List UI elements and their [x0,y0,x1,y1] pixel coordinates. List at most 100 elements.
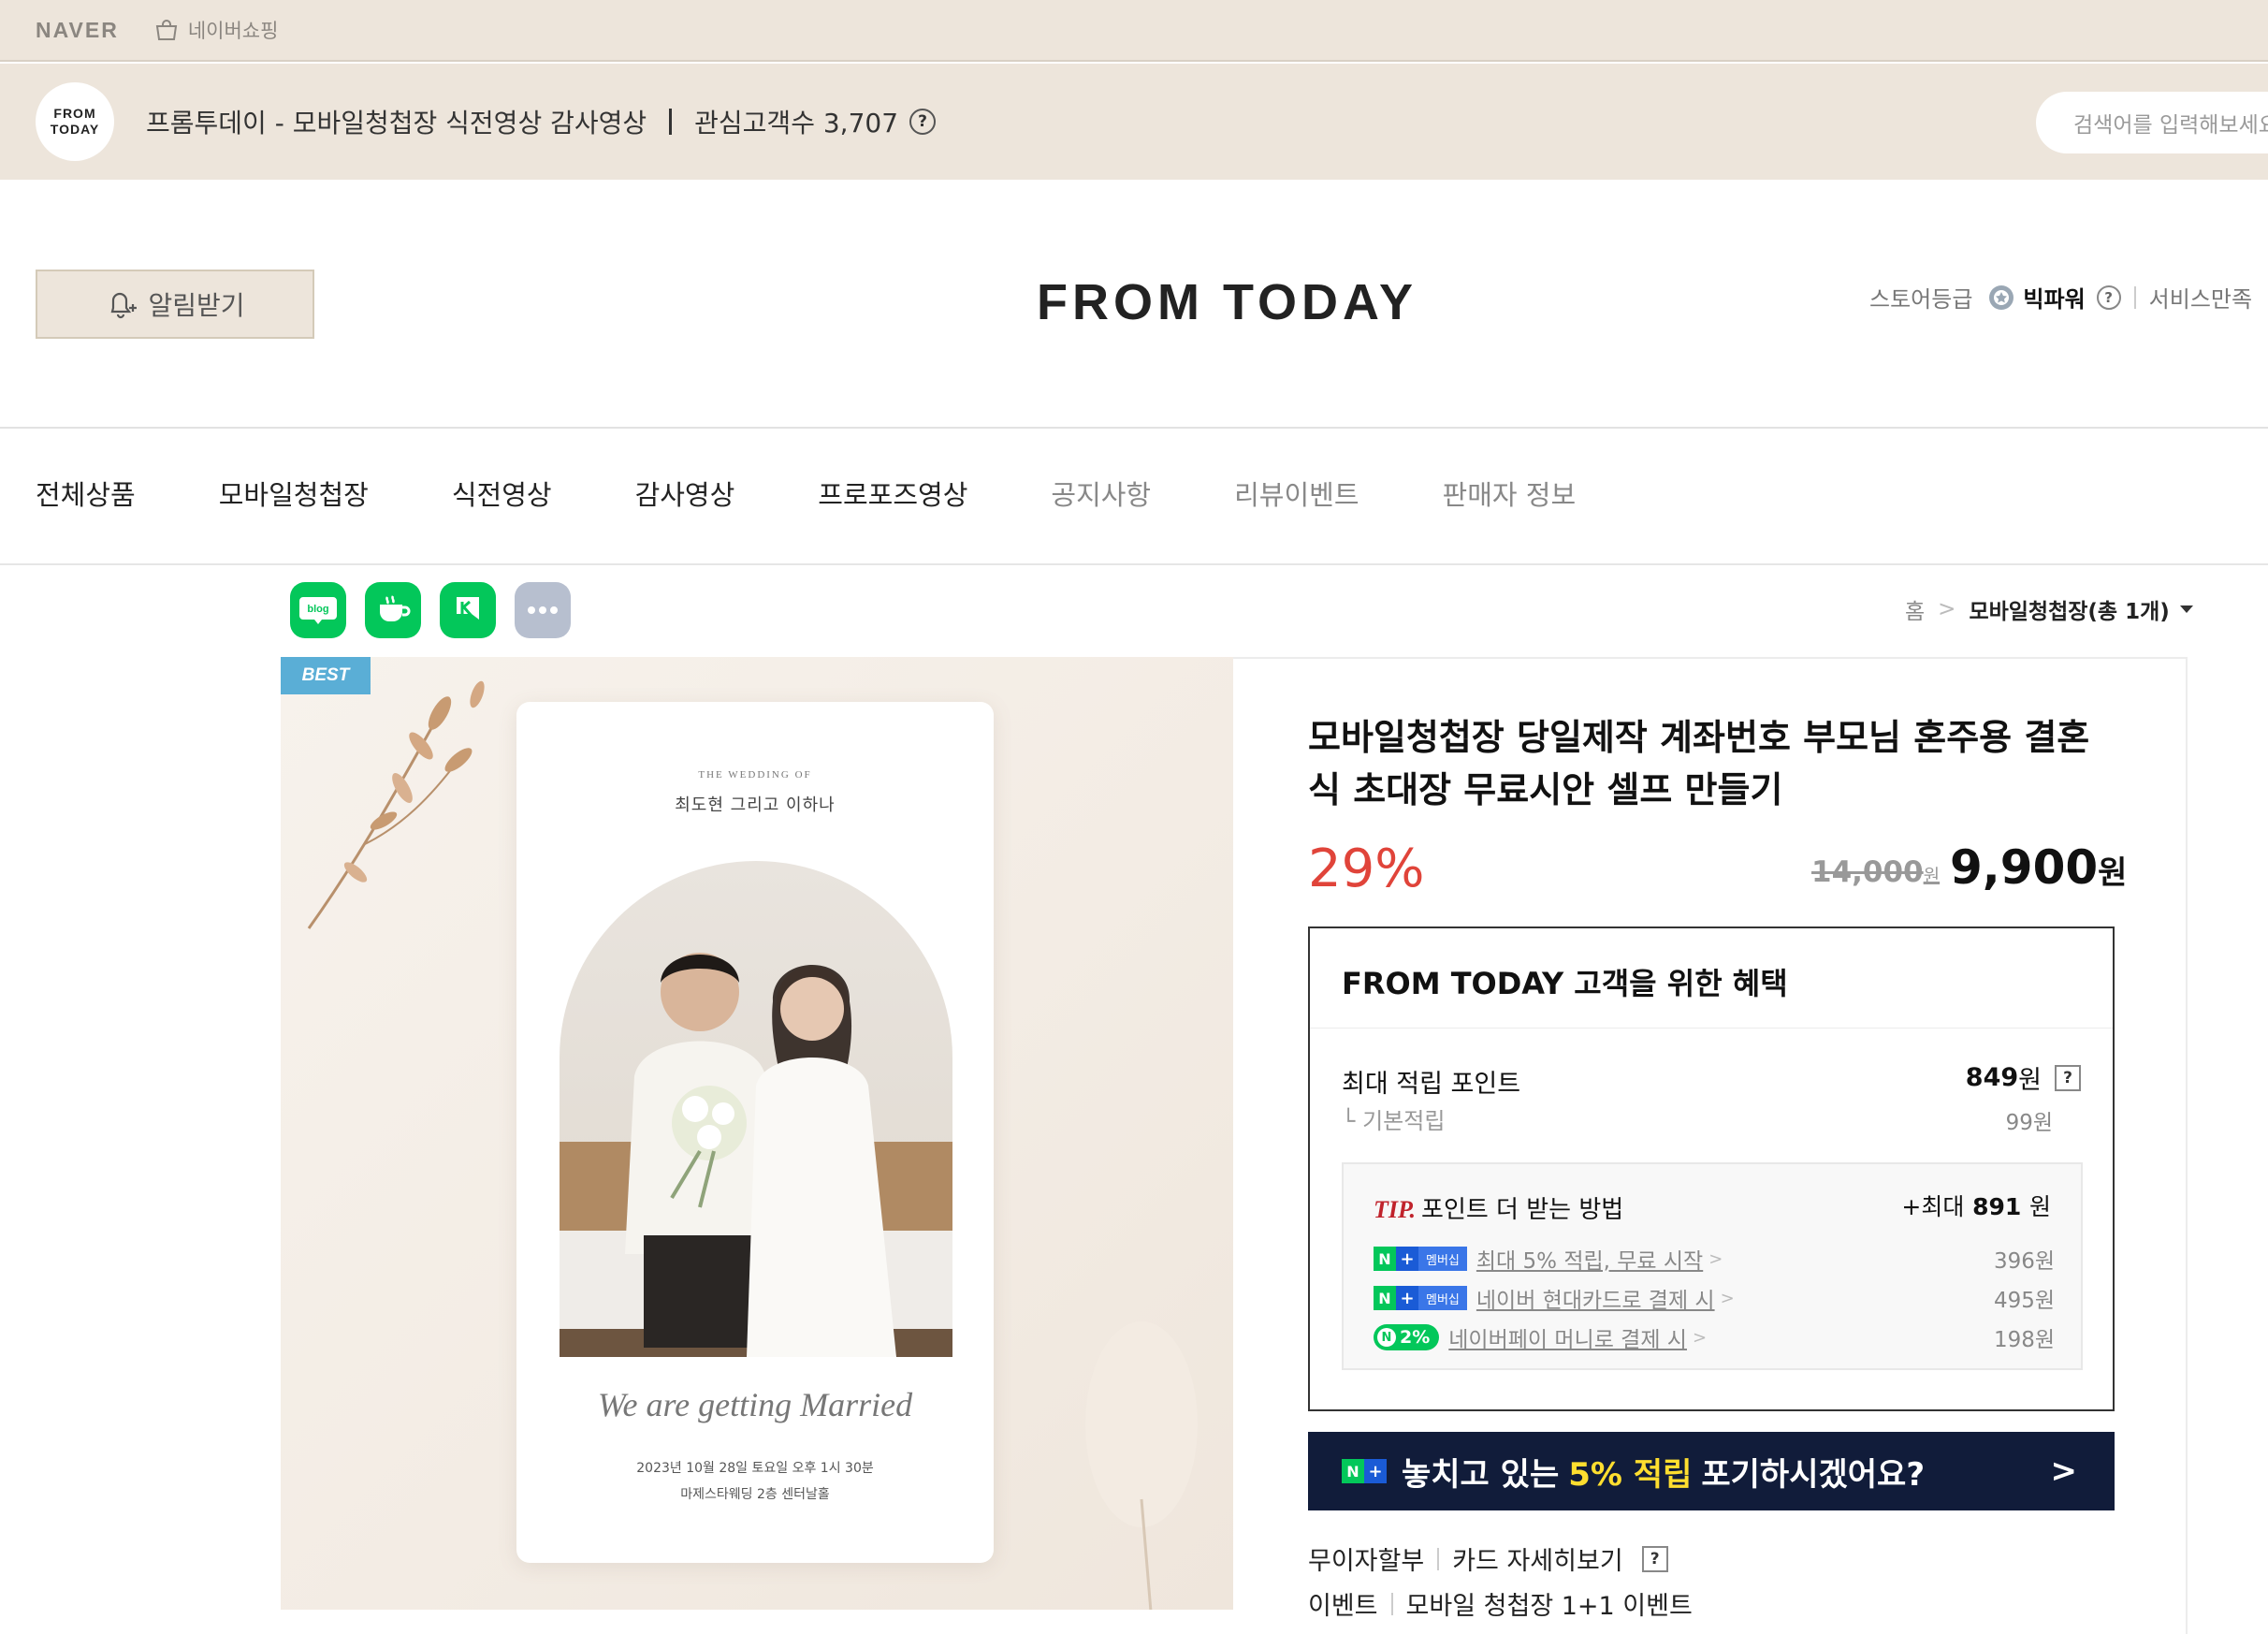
card-venue: 마제스타웨딩 2층 센터날홀 [680,1487,830,1502]
nav-review-event[interactable]: 리뷰이벤트 [1234,474,1359,513]
npay-membership-badge: N + 멤버십 [1374,1286,1467,1310]
nav-thanks-video[interactable]: 감사영상 [635,474,735,513]
couple-photo-illustration [560,953,952,1357]
share-blog-button[interactable]: blog [290,582,346,638]
card-couple-names: 최도현 그리고 이하나 [675,795,836,815]
grade-value: 빅파워 [2023,286,2086,313]
store-grade: 스토어등급 빅파워 ? 서비스만족 [1869,281,2252,314]
membership-label: 멤버십 [1418,1286,1467,1310]
chevron-right-icon: > [1708,1248,1723,1269]
nav-divider [0,563,2268,565]
membership-label: 멤버십 [1418,1247,1467,1271]
tip-row-hyundai-card[interactable]: N + 멤버십 네이버 현대카드로 결제 시 > 495원 [1374,1282,2055,1314]
installment-help-icon[interactable]: ? [1641,1545,1668,1572]
banner-post-text: 포기하시겠어요? [1701,1455,1926,1494]
naver-n-icon: N [1342,1459,1364,1483]
couple-photo [560,861,952,1357]
banner-highlight: 5% 적립 [1568,1455,1693,1494]
tip-text: 포인트 더 받는 방법 [1421,1196,1624,1224]
invitation-card: THE WEDDING OF 최도현 그리고 이하나 We are gettin… [516,702,994,1563]
cafe-cup-icon [380,595,411,621]
plus-icon: + [1396,1286,1418,1310]
alarm-label: 알림받기 [148,290,245,321]
share-talk-button[interactable] [440,582,496,638]
chevron-right-icon: > [1720,1288,1735,1308]
product-image[interactable]: THE WEDDING OF 최도현 그리고 이하나 We are gettin… [281,657,1233,1610]
caret-down-icon[interactable] [2179,605,2194,614]
max-points-number: 849 [1965,1063,2019,1092]
store-info-bar: FROM TODAY 프롬투데이 - 모바일청첩장 식전영상 감사영상 관심고객… [0,64,2268,180]
store-logo-line1: FROM [53,106,96,121]
tip-mark: TIP. [1374,1196,1417,1223]
tip-row-membership[interactable]: N + 멤버십 최대 5% 적립, 무료 시작 > 396원 [1374,1243,2055,1275]
nav-all-products[interactable]: 전체상품 [36,474,136,513]
store-logo[interactable]: FROM TODAY [36,82,114,161]
tip-heading: TIP. 포인트 더 받는 방법 [1374,1190,1623,1225]
sale-price-unit: 원 [2098,854,2128,892]
blog-icon: blog [299,597,337,624]
share-more-button[interactable] [515,582,571,638]
installment-row: 무이자할부 카드 자세히보기 ? [1308,1540,1668,1577]
tip-row-amount: 198원 [1993,1328,2055,1352]
nav-pre-ceremony-video[interactable]: 식전영상 [452,474,552,513]
tip-row-link[interactable]: 네이버 현대카드로 결제 시 [1476,1282,1715,1314]
search-placeholder: 검색어를 입력해보세요 [2073,113,2268,138]
max-points-value: 849 원 ? [1966,1059,2081,1096]
grade-help-icon[interactable]: ? [2096,284,2121,310]
breadcrumb-current[interactable]: 모바일청첩장(총 1개) [1969,593,2169,625]
store-search-input[interactable]: 검색어를 입력해보세요 [2036,92,2268,153]
category-nav: 전체상품 모바일청첩장 식전영상 감사영상 프로포즈영상 공지사항 리뷰이벤트 … [36,474,1659,513]
tip-row-link[interactable]: 네이버페이 머니로 결제 시 [1448,1321,1687,1353]
card-script-text: We are getting Married [597,1386,913,1423]
store-name[interactable]: 프롬투데이 - 모바일청첩장 식전영상 감사영상 [146,103,647,140]
naver-shopping-link[interactable]: 네이버쇼핑 [154,16,279,44]
naver-shopping-label: 네이버쇼핑 [187,20,279,42]
event-link[interactable]: 모바일 청첩장 1+1 이벤트 [1406,1585,1693,1622]
event-row: 이벤트 모바일 청첩장 1+1 이벤트 [1308,1585,1693,1622]
nav-proposal-video[interactable]: 프로포즈영상 [818,474,967,513]
share-cafe-button[interactable] [365,582,421,638]
fan-help-icon[interactable]: ? [909,109,937,135]
event-label: 이벤트 [1308,1592,1378,1621]
naver-n-icon: N [1374,1247,1396,1271]
tip-box: TIP. 포인트 더 받는 방법 +최대 891 원 N + 멤버십 최대 5% 적립… [1342,1162,2083,1370]
pampas-decoration [1085,1321,1198,1610]
card-date: 2023년 10월 28일 토요일 오후 1시 30분 [636,1461,874,1476]
installment-label: 무이자할부 [1308,1547,1425,1576]
original-price-value: 14,000 [1811,855,1924,889]
tip-row-npay-money[interactable]: N 2% 네이버페이 머니로 결제 시 > 198원 [1374,1321,2055,1353]
points-help-icon[interactable]: ? [2055,1064,2081,1091]
nav-mobile-invitation[interactable]: 모바일청첩장 [219,474,369,513]
medal-icon [1989,284,2014,310]
nav-notice[interactable]: 공지사항 [1051,474,1151,513]
card-subtitle: THE WEDDING OF [698,769,812,781]
plus-icon: + [1364,1459,1387,1483]
breadcrumb: 홈 > 모바일청첩장(총 1개) [1905,593,2194,625]
card-details-link[interactable]: 카드 자세히보기 [1452,1540,1622,1577]
chevron-right-icon: > [2050,1452,2078,1490]
header-divider [0,427,2268,429]
brand-logo[interactable]: FROM TODAY [1037,273,1418,331]
naver-top-bar: NAVER 네이버쇼핑 [0,0,2268,62]
base-points-value: 99원 [2005,1111,2053,1135]
store-fan-count: 관심고객수 3,707 [694,108,899,139]
max-points-label: 최대 적립 포인트 [1342,1070,1521,1099]
nav-seller-info[interactable]: 판매자 정보 [1443,474,1577,513]
tip-max-prefix: +최대 [1901,1193,1965,1220]
max-points-unit: 원 [2018,1066,2042,1095]
sale-price: 9,900원 [1950,840,2127,895]
tip-row-link[interactable]: 최대 5% 적립, 무료 시작 [1476,1243,1703,1275]
membership-banner[interactable]: N + 놓치고 있는 5% 적립 포기하시겠어요? > [1308,1432,2115,1510]
benefit-title: FROM TODAY 고객을 위한 혜택 [1342,966,1788,1001]
breadcrumb-home[interactable]: 홈 [1905,593,1925,625]
row-separator [1437,1547,1440,1570]
grade-label: 스토어등급 [1869,286,1973,313]
naver-logo[interactable]: NAVER [36,18,119,43]
tip-row-amount: 495원 [1993,1289,2055,1313]
discount-rate: 29% [1308,839,1425,899]
best-badge: BEST [281,657,371,694]
dried-flower-decoration [307,680,485,929]
benefit-box: FROM TODAY 고객을 위한 혜택 최대 적립 포인트 849 원 ? └… [1308,926,2115,1411]
npay-membership-badge: N + 멤버십 [1374,1247,1467,1271]
alarm-subscribe-button[interactable]: 알림받기 [36,270,314,339]
